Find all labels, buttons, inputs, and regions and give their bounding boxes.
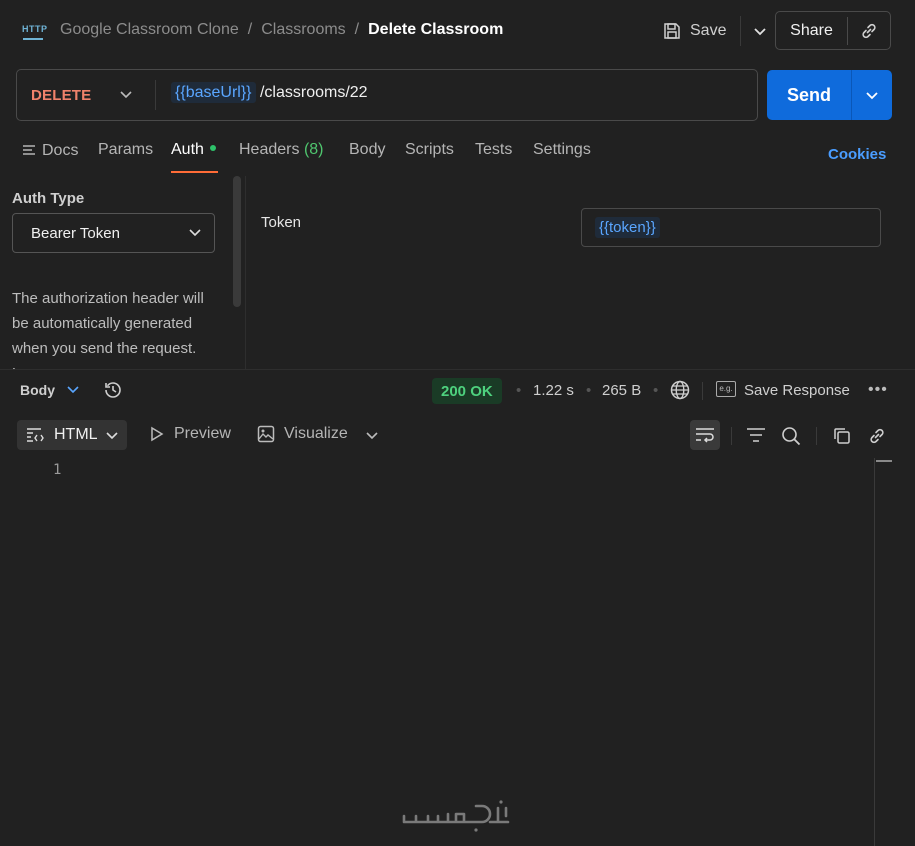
play-icon xyxy=(151,426,164,442)
request-header: HTTP Google Classroom Clone / Classrooms / D… xyxy=(0,0,915,62)
response-time[interactable]: 1.22 s xyxy=(533,382,574,399)
response-size[interactable]: 265 B xyxy=(602,382,641,399)
auth-panel-scrollbar[interactable] xyxy=(233,176,241,307)
wrap-lines-button[interactable] xyxy=(690,420,720,450)
format-selector[interactable]: HTML xyxy=(17,420,127,450)
headers-count: (8) xyxy=(303,141,324,158)
breadcrumb-collection[interactable]: Google Classroom Clone xyxy=(60,21,239,38)
method-chevron-down-icon[interactable] xyxy=(119,87,133,101)
send-group: Send xyxy=(767,70,892,120)
chevron-down-icon xyxy=(105,428,119,442)
code-wrap-icon xyxy=(26,427,46,443)
share-group: Share xyxy=(775,11,891,50)
wrap-lines-icon xyxy=(696,428,714,443)
breadcrumb-folder[interactable]: Classrooms xyxy=(261,21,345,38)
url-input[interactable]: {{baseUrl}} /classrooms/22 xyxy=(171,82,368,103)
tab-docs[interactable]: Docs xyxy=(22,141,78,173)
cookies-link[interactable]: Cookies xyxy=(828,146,886,163)
http-request-icon: HTTP xyxy=(20,18,47,42)
copy-icon[interactable] xyxy=(831,425,853,447)
tab-settings[interactable]: Settings xyxy=(533,141,591,173)
tab-scripts[interactable]: Scripts xyxy=(405,141,454,173)
editor-scrollbar[interactable] xyxy=(876,460,892,462)
auth-type-panel: Auth Type Bearer Token The authorization… xyxy=(0,178,232,370)
save-icon xyxy=(664,23,680,39)
tab-tests[interactable]: Tests xyxy=(475,141,512,173)
response-bar: Body 200 OK • 1.22 s • 265 B • e.g. Save… xyxy=(0,370,915,410)
copy-link-icon[interactable] xyxy=(848,12,890,49)
method-selector[interactable]: DELETE xyxy=(31,87,91,104)
search-icon[interactable] xyxy=(780,425,802,447)
visualize-button[interactable]: Visualize xyxy=(257,425,348,443)
token-label: Token xyxy=(261,214,302,231)
response-chevron-down-icon[interactable] xyxy=(66,382,80,396)
image-icon xyxy=(257,425,275,443)
preview-button[interactable]: Preview xyxy=(149,425,231,443)
save-response-button[interactable]: Save Response xyxy=(744,382,850,399)
breadcrumb: Google Classroom Clone / Classrooms / Delete… xyxy=(60,21,504,38)
visualize-chevron-down-icon[interactable] xyxy=(365,428,379,442)
line-number: 1 xyxy=(53,462,62,478)
token-variable[interactable]: {{token}} xyxy=(595,217,660,238)
watermark-logo xyxy=(400,796,514,836)
base-url-variable[interactable]: {{baseUrl}} xyxy=(171,82,256,103)
send-button[interactable]: Send xyxy=(767,70,851,120)
auth-type-value: Bearer Token xyxy=(31,225,120,242)
example-icon: e.g. xyxy=(716,381,736,397)
auth-type-label: Auth Type xyxy=(12,190,85,207)
url-path: /classrooms/22 xyxy=(259,84,368,101)
format-label: HTML xyxy=(54,426,98,443)
tab-auth[interactable]: Auth xyxy=(171,141,218,173)
tab-headers[interactable]: Headers (8) xyxy=(239,141,324,173)
breadcrumb-current-request[interactable]: Delete Classroom xyxy=(368,21,503,38)
status-badge[interactable]: 200 OK xyxy=(432,378,502,404)
save-label: Save xyxy=(690,22,727,39)
share-button[interactable]: Share xyxy=(776,22,847,40)
more-options-icon[interactable]: ••• xyxy=(868,381,888,399)
url-bar: DELETE {{baseUrl}} /classrooms/22 xyxy=(16,69,758,121)
network-globe-icon[interactable] xyxy=(669,379,691,401)
filter-icon[interactable] xyxy=(745,425,767,445)
docs-icon xyxy=(23,145,35,155)
history-icon[interactable] xyxy=(102,379,124,401)
save-group: Save xyxy=(660,16,773,46)
save-button[interactable]: Save xyxy=(660,16,734,46)
editor-scrollbar-track xyxy=(874,458,875,846)
auth-active-dot xyxy=(209,145,216,151)
chevron-down-icon xyxy=(188,225,202,239)
auth-type-select[interactable]: Bearer Token xyxy=(12,213,215,253)
send-options-chevron-icon[interactable] xyxy=(852,70,892,120)
tab-params[interactable]: Params xyxy=(98,141,153,173)
auth-description: The authorization header will be automat… xyxy=(12,290,204,370)
link-icon[interactable] xyxy=(866,425,888,447)
tab-body[interactable]: Body xyxy=(349,141,385,173)
token-input[interactable]: {{token}} xyxy=(581,208,881,247)
save-options-chevron-icon[interactable] xyxy=(747,16,773,46)
response-body-label: Body xyxy=(20,382,55,398)
